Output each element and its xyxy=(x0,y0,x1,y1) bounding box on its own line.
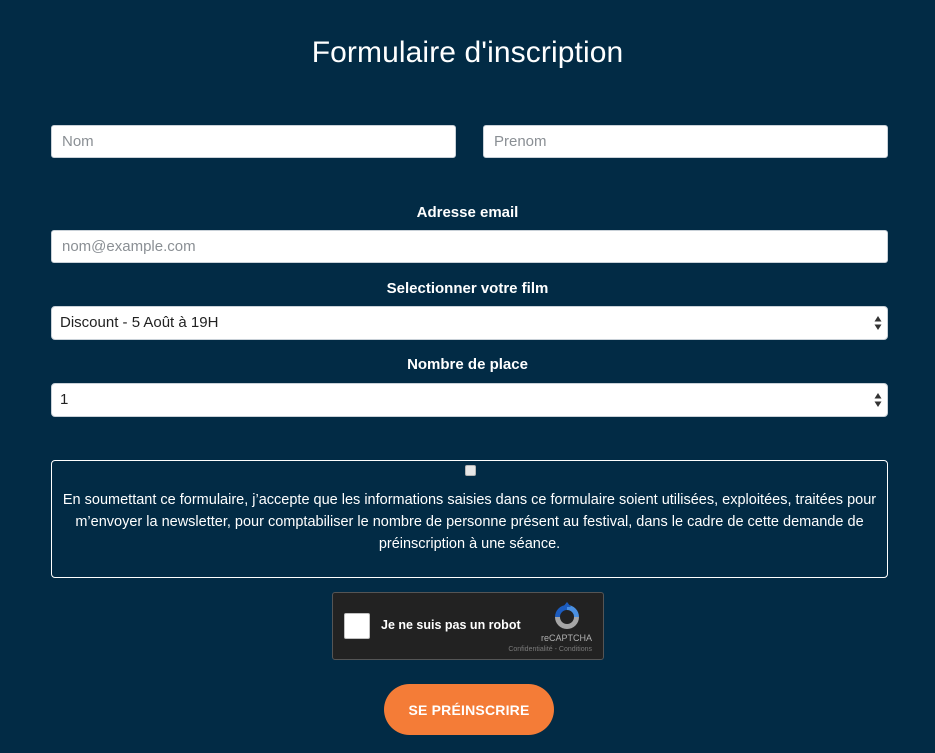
film-label: Selectionner votre film xyxy=(386,280,549,297)
recaptcha-logo-icon xyxy=(555,602,579,629)
up-down-arrows-icon xyxy=(874,316,882,330)
email-input[interactable] xyxy=(51,230,888,263)
prenom-input[interactable] xyxy=(483,125,888,158)
up-down-arrows-icon xyxy=(874,393,882,407)
submit-button[interactable]: SE PRÉINSCRIRE xyxy=(384,684,554,735)
nom-input[interactable] xyxy=(51,125,456,158)
places-select[interactable]: 1 xyxy=(51,383,888,417)
places-label: Nombre de place xyxy=(407,356,528,373)
consent-text: En soumettant ce formulaire, j’accepte q… xyxy=(62,492,877,552)
places-select-value: 1 xyxy=(60,391,69,408)
recaptcha-checkbox[interactable] xyxy=(344,613,370,639)
consent-box: En soumettant ce formulaire, j’accepte q… xyxy=(51,460,888,578)
recaptcha-widget: Je ne suis pas un robot reCAPTCHA Confid… xyxy=(332,592,604,660)
film-select[interactable]: Discount - 5 Août à 19H xyxy=(51,306,888,340)
email-label: Adresse email xyxy=(416,204,519,221)
consent-checkbox[interactable] xyxy=(465,465,476,476)
recaptcha-brand: reCAPTCHA xyxy=(540,633,592,643)
film-select-value: Discount - 5 Août à 19H xyxy=(60,314,219,331)
recaptcha-links[interactable]: Confidentialité - Conditions xyxy=(508,646,592,653)
recaptcha-label: Je ne suis pas un robot xyxy=(381,618,521,632)
page-title: Formulaire d'inscription xyxy=(311,36,624,69)
